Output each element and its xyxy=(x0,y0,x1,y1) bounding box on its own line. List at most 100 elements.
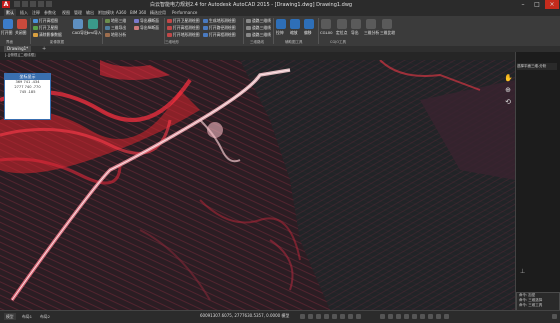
tab-parametric[interactable]: 参数化 xyxy=(44,9,56,16)
command-line: 命令: 三维工具 xyxy=(519,303,543,307)
osnap-icon[interactable] xyxy=(332,314,337,319)
save-icon[interactable] xyxy=(30,1,36,7)
viewport-label-bar: [-][俯视][二维线框] xyxy=(0,52,515,60)
divider xyxy=(102,18,103,44)
polar-icon[interactable] xyxy=(324,314,329,319)
kml-import-icon[interactable] xyxy=(88,19,98,29)
minimize-icon[interactable]: – xyxy=(516,0,530,9)
coordinate-display: 坐标显示 369 741 .434 2777 740 .770 745 .185 xyxy=(4,73,51,120)
transparency-icon[interactable] xyxy=(348,314,353,319)
command-history[interactable]: 命令: 加密 命令: 三维选择 命令: 三维工具 xyxy=(516,292,560,311)
open-terrain-survey-button[interactable]: 打开地形测绘图 xyxy=(167,32,200,38)
tab-default[interactable]: 默认 xyxy=(4,9,16,16)
map-viewport[interactable] xyxy=(0,60,515,310)
survey-icon xyxy=(203,26,208,30)
tab-view[interactable]: 视图 xyxy=(62,9,70,16)
app-logo[interactable]: A xyxy=(2,1,10,8)
divider xyxy=(30,18,31,44)
tab-insert[interactable]: 插入 xyxy=(20,9,28,16)
new-icon[interactable] xyxy=(14,1,20,7)
hardware-acceleration-icon[interactable] xyxy=(436,314,441,319)
redo-icon[interactable] xyxy=(46,1,52,7)
open-map-icon[interactable] xyxy=(3,19,13,29)
open-path-survey-button[interactable]: 打开路径测绘图 xyxy=(203,25,236,31)
analysis-3d-icon[interactable] xyxy=(366,19,376,29)
tab-performance[interactable]: Performance xyxy=(172,9,197,16)
export-icon[interactable] xyxy=(351,19,361,29)
panel-title[interactable]: 选择平面三维-分析 xyxy=(517,63,557,70)
open-satellite-survey-button[interactable]: 打开卫星测绘图 xyxy=(167,18,200,24)
selection-cycling-icon[interactable] xyxy=(356,314,361,319)
title-bar: A 白云智能电力规划2.4 for Autodesk AutoCAD 2015 … xyxy=(0,0,560,9)
clear-imagery-button[interactable]: 清除影像数据 xyxy=(33,32,62,38)
open-icon[interactable] xyxy=(22,1,28,7)
export-cross-section-button[interactable]: 导出横断面 xyxy=(134,18,159,24)
clear-icon xyxy=(33,33,38,37)
close-map-icon[interactable] xyxy=(17,19,27,29)
tab-layout2[interactable]: 布局2 xyxy=(38,313,52,320)
scale-icon[interactable] xyxy=(290,19,300,29)
stretch-label: 拉伸 xyxy=(276,30,284,35)
tab-manage[interactable]: 管理 xyxy=(74,9,82,16)
snap-icon[interactable] xyxy=(308,314,313,319)
offset-icon[interactable] xyxy=(304,19,314,29)
cgl00-icon[interactable] xyxy=(321,19,331,29)
pan-icon[interactable]: ✋ xyxy=(504,74,513,82)
maximize-icon[interactable]: □ xyxy=(530,0,544,9)
road-3d-line-button[interactable]: 道路三维线 xyxy=(246,18,271,24)
road-3d-line-button-3[interactable]: 道路三维线 xyxy=(246,32,271,38)
group-label: 三维地形 xyxy=(165,40,179,44)
tab-bim360[interactable]: BIM 360 xyxy=(130,9,146,16)
lock-ui-icon[interactable] xyxy=(420,314,425,319)
analysis-icon xyxy=(105,33,110,37)
tab-addins[interactable]: 附加模块 xyxy=(98,9,114,16)
cad-export-label: CAD导出 xyxy=(72,30,88,35)
tab-featured-apps[interactable]: 精选应用 xyxy=(150,9,166,16)
offset-label: 偏移 xyxy=(304,30,312,35)
close-icon[interactable]: × xyxy=(545,0,559,9)
kml-import-label: kml导入 xyxy=(87,30,102,35)
annotation-scale-icon[interactable] xyxy=(380,314,385,319)
open-elevation-button[interactable]: 打开高程图 xyxy=(33,18,58,24)
survey-icon xyxy=(203,33,208,37)
tab-output[interactable]: 输出 xyxy=(86,9,94,16)
survey-icon xyxy=(167,19,172,23)
export-3d-button[interactable]: 三维导出 xyxy=(105,25,126,31)
annotation-monitor-icon[interactable] xyxy=(396,314,401,319)
terrain-image xyxy=(0,60,515,310)
open-satellite-button[interactable]: 打开卫星图 xyxy=(33,25,58,31)
grid-icon[interactable] xyxy=(300,314,305,319)
isolate-icon[interactable] xyxy=(428,314,433,319)
lineweight-icon[interactable] xyxy=(340,314,345,319)
tab-layout1[interactable]: 布局1 xyxy=(20,313,34,320)
stretch-icon[interactable] xyxy=(276,19,286,29)
road-icon xyxy=(246,19,251,23)
quick-properties-icon[interactable] xyxy=(412,314,417,319)
customize-icon[interactable] xyxy=(552,314,557,319)
export-longitudinal-button[interactable]: 导出纵断面 xyxy=(134,25,159,31)
ortho-icon[interactable] xyxy=(316,314,321,319)
scale-label: 缩放 xyxy=(290,30,298,35)
viewport-controls[interactable]: [-][俯视][二维线框] xyxy=(5,53,35,58)
road-3d-line-button-2[interactable]: 道路三维线 xyxy=(246,25,271,31)
orbit-icon[interactable]: ⟲ xyxy=(504,98,512,106)
window-title: 白云智能电力规划2.4 for Autodesk AutoCAD 2015 - … xyxy=(150,2,353,8)
open-elevation-survey-2-button[interactable]: 打开高程测绘图 xyxy=(203,32,236,38)
clean-screen-icon[interactable] xyxy=(444,314,449,319)
terrain-analysis-button[interactable]: 地形分析 xyxy=(105,32,126,38)
undo-icon[interactable] xyxy=(38,1,44,7)
units-icon[interactable] xyxy=(404,314,409,319)
terrain-3d-button[interactable]: 地形三维 xyxy=(105,18,126,24)
open-elevation-survey-button[interactable]: 打开高程测绘图 xyxy=(167,25,200,31)
locate-point-label: 定位点 xyxy=(336,30,348,35)
zoom-icon[interactable]: ⊕ xyxy=(504,86,512,94)
divider xyxy=(243,18,244,44)
generate-terrain-survey-button[interactable]: 生成地形测绘图 xyxy=(203,18,236,24)
tab-model[interactable]: 模型 xyxy=(4,313,16,320)
tab-annotate[interactable]: 注释 xyxy=(32,9,40,16)
locate-point-icon[interactable] xyxy=(337,19,347,29)
cad-export-icon[interactable] xyxy=(73,19,83,29)
compare-3d-icon[interactable] xyxy=(382,19,392,29)
workspace-icon[interactable] xyxy=(388,314,393,319)
tab-a360[interactable]: A360 xyxy=(116,9,126,16)
